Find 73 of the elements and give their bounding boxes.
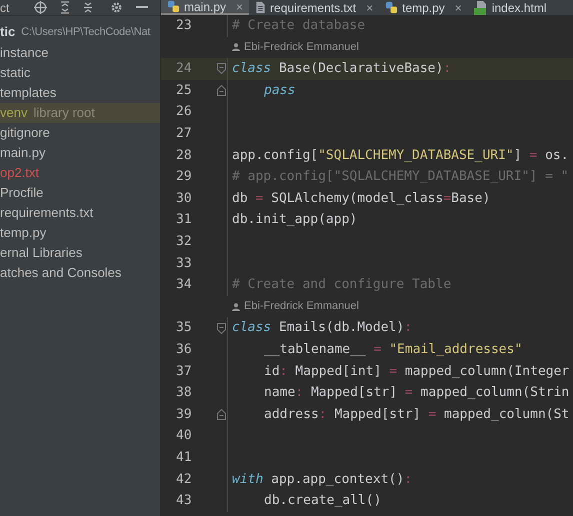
line-number: 39 xyxy=(176,406,193,424)
line-number: 24 xyxy=(176,60,193,78)
line-number: 43 xyxy=(176,492,193,510)
panel-title: ct xyxy=(0,2,10,14)
line-number: 23 xyxy=(176,17,193,36)
tree-item[interactable]: gitignore xyxy=(0,123,160,143)
crosshair-icon[interactable] xyxy=(34,1,48,14)
tree-item[interactable]: static xyxy=(0,63,160,83)
code-text: # Create database xyxy=(232,17,366,36)
tree-item[interactable]: temp.py xyxy=(0,223,160,243)
code-text: db = SQLAlchemy(model_class=Base) xyxy=(232,190,490,208)
code-text: address: Mapped[str] = mapped_column(St xyxy=(264,406,570,424)
line-number: 38 xyxy=(176,384,193,402)
code-text: id: Mapped[int] = mapped_column(Integer xyxy=(264,362,570,381)
close-icon[interactable]: × xyxy=(236,0,244,12)
author-annotation[interactable]: Ebi-Fredrick Emmanuel xyxy=(232,39,359,56)
editor-tab[interactable]: main.py × xyxy=(161,0,250,15)
code-text: db.create_all() xyxy=(264,492,382,510)
python-file-icon xyxy=(385,1,398,14)
editor-tab[interactable]: requirements.txt × xyxy=(249,0,380,15)
line-number: 32 xyxy=(176,232,193,251)
html-file-icon xyxy=(474,0,488,14)
tree-item[interactable]: venv library root xyxy=(0,103,160,123)
project-root-name[interactable]: tic xyxy=(0,22,16,42)
fold-icon[interactable] xyxy=(217,408,226,420)
code-text: __tablename__ = "Email_addresses" xyxy=(264,340,522,359)
tree-item[interactable]: templates xyxy=(0,83,160,103)
line-number: 31 xyxy=(176,211,193,230)
person-icon xyxy=(232,43,240,52)
editor-tab[interactable]: index.html xyxy=(468,0,547,15)
line-number: 37 xyxy=(176,362,193,381)
close-icon[interactable]: × xyxy=(454,2,462,14)
collapse-all-icon[interactable] xyxy=(83,1,94,14)
tree-item[interactable]: requirements.txt xyxy=(0,203,160,223)
line-number: 34 xyxy=(176,276,193,294)
fold-icon[interactable] xyxy=(217,322,226,334)
author-annotation[interactable]: Ebi-Fredrick Emmanuel xyxy=(232,298,359,315)
code-text: with app.app_context(): xyxy=(232,470,412,489)
settings-icon[interactable] xyxy=(110,1,124,14)
line-number: 29 xyxy=(176,168,193,186)
code-text: # Create and configure Table xyxy=(232,276,452,294)
line-number: 25 xyxy=(176,82,193,100)
tree-item[interactable]: ernal Libraries xyxy=(0,243,160,263)
fold-icon[interactable] xyxy=(217,63,226,74)
minimize-icon[interactable] xyxy=(136,6,148,9)
code-text: db.init_app(app) xyxy=(232,211,358,230)
expand-all-icon[interactable] xyxy=(60,1,70,14)
python-file-icon xyxy=(167,0,180,13)
tree-item[interactable]: main.py xyxy=(0,143,160,163)
code-text: class Emails(db.Model): xyxy=(232,319,412,338)
line-number: 35 xyxy=(176,319,193,338)
code-text: class Base(DeclarativeBase): xyxy=(232,60,452,78)
line-number: 40 xyxy=(176,427,193,446)
code-text: # app.config["SQLALCHEMY_DATABASE_URI"] = " xyxy=(232,168,569,186)
line-number: 42 xyxy=(176,470,193,489)
tree-item[interactable]: atches and Consoles xyxy=(0,263,160,283)
line-number: 28 xyxy=(176,146,193,165)
line-number: 26 xyxy=(176,103,193,122)
tree-item[interactable]: Procfile xyxy=(0,183,160,203)
fold-icon[interactable] xyxy=(217,85,226,96)
line-number: 41 xyxy=(176,448,193,467)
tree-item[interactable]: instance xyxy=(0,43,160,63)
line-number: 30 xyxy=(176,190,193,208)
line-number: 36 xyxy=(176,340,193,359)
code-text: name: Mapped[str] = mapped_column(Strin xyxy=(264,384,570,402)
code-text: pass xyxy=(264,82,296,100)
line-number: 33 xyxy=(176,254,193,273)
person-icon xyxy=(232,302,240,311)
line-number: 27 xyxy=(176,125,193,144)
editor-tab[interactable]: temp.py × xyxy=(379,0,468,15)
close-icon[interactable]: × xyxy=(366,2,374,14)
code-text: app.config["SQLALCHEMY_DATABASE_URI"] = os. xyxy=(232,146,569,165)
project-root-path: C:\Users\HP\TechCode\Nat xyxy=(21,24,150,40)
